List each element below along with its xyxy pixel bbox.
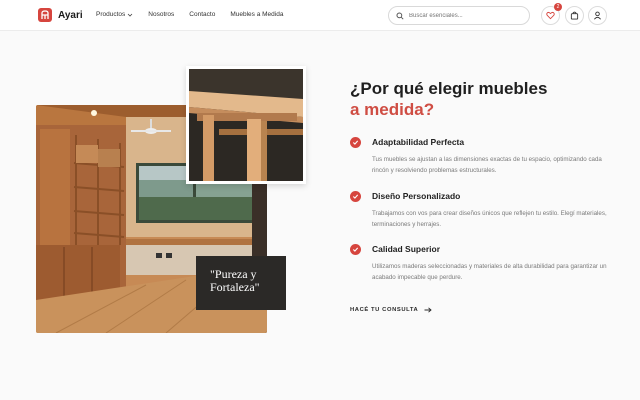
nav-item-nosotros[interactable]: Nosotros bbox=[148, 11, 174, 18]
check-icon bbox=[350, 244, 361, 255]
user-icon bbox=[593, 11, 602, 20]
check-icon bbox=[350, 137, 361, 148]
top-header: Ayari Productos Nosotros Contacto Mueble… bbox=[0, 0, 640, 31]
chevron-down-icon bbox=[127, 13, 133, 17]
feature-title: Diseño Personalizado bbox=[372, 191, 461, 201]
wishlist-button[interactable]: 2 bbox=[541, 3, 562, 25]
table-detail-photo bbox=[186, 66, 306, 184]
search-input[interactable] bbox=[409, 12, 519, 19]
section-title: ¿Por qué elegir muebles a medida? bbox=[350, 78, 547, 120]
brand-name: Ayari bbox=[58, 9, 83, 21]
quote-line-2: Fortaleza" bbox=[210, 280, 260, 294]
logo-icon bbox=[38, 8, 52, 22]
bag-icon bbox=[570, 11, 579, 20]
heart-icon bbox=[546, 11, 555, 20]
consult-link[interactable]: HACÉ TU CONSULTA bbox=[350, 307, 433, 313]
nav-item-contacto[interactable]: Contacto bbox=[189, 11, 215, 18]
nav-item-productos[interactable]: Productos bbox=[96, 11, 133, 18]
search-box[interactable] bbox=[388, 6, 530, 25]
account-button[interactable] bbox=[588, 6, 607, 25]
nav-label: Productos bbox=[96, 11, 126, 18]
wishlist-count-badge: 2 bbox=[554, 3, 562, 11]
feature-text: Utilizamos maderas seleccionadas y mater… bbox=[372, 263, 607, 281]
feature-title: Calidad Superior bbox=[372, 244, 441, 254]
check-icon bbox=[350, 191, 361, 202]
main-nav: Productos Nosotros Contacto Muebles a Me… bbox=[96, 11, 283, 18]
search-icon bbox=[396, 11, 404, 20]
feature-title: Adaptabilidad Perfecta bbox=[372, 137, 465, 147]
cart-button[interactable] bbox=[565, 6, 584, 25]
nav-item-muebles-a-medida[interactable]: Muebles a Medida bbox=[230, 11, 283, 18]
feature-text: Tus muebles se ajustan a las dimensiones… bbox=[372, 156, 602, 174]
consult-label: HACÉ TU CONSULTA bbox=[350, 307, 419, 313]
arrow-right-icon bbox=[424, 307, 433, 313]
title-line-2: a medida? bbox=[350, 100, 435, 119]
feature-text: Trabajamos con vos para crear diseños ún… bbox=[372, 210, 607, 228]
quote-card: "Pureza y Fortaleza" bbox=[196, 256, 286, 310]
title-line-1: ¿Por qué elegir muebles bbox=[350, 79, 548, 98]
brand-logo[interactable]: Ayari bbox=[38, 8, 83, 22]
